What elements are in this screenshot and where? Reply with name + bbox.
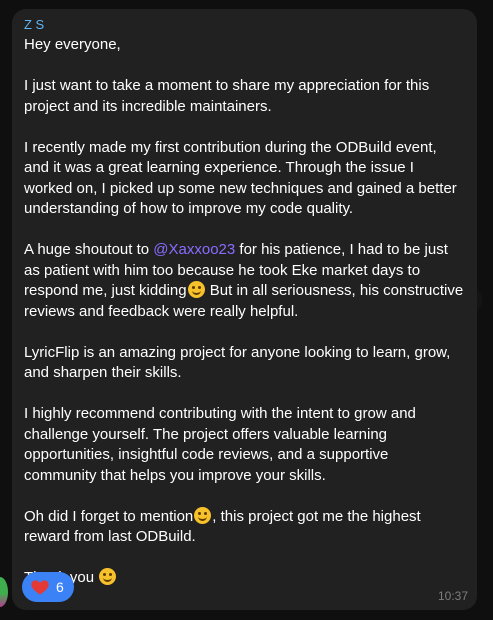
- message-paragraph: I highly recommend contributing with the…: [24, 405, 416, 484]
- message-paragraph: LyricFlip is an amazing project for anyo…: [24, 343, 451, 382]
- heart-icon: [31, 580, 49, 595]
- text-segment: Oh did I forget to mention: [24, 507, 194, 525]
- message-paragraph: A huge shoutout to @Xaxxoo23 for his pat…: [24, 240, 465, 322]
- laughing-emoji-icon: [187, 281, 205, 298]
- message-paragraph: Thank you: [24, 568, 465, 589]
- smile-emoji-icon: [99, 568, 117, 585]
- user-mention[interactable]: @Xaxxoo23: [153, 241, 235, 258]
- hush-emoji-icon: [194, 506, 212, 524]
- reaction-count: 6: [56, 579, 64, 595]
- sender-name[interactable]: Z S: [24, 17, 465, 33]
- message-timestamp: 10:37: [437, 589, 468, 603]
- message-bubble[interactable]: Z S Hey everyone, I just want to take a …: [12, 9, 477, 610]
- reaction-heart-button[interactable]: 6: [22, 572, 74, 602]
- message-paragraph: Oh did I forget to mention, this project…: [24, 506, 465, 548]
- message-paragraph: Hey everyone,: [24, 36, 121, 53]
- message-paragraph: I just want to take a moment to share my…: [24, 77, 430, 115]
- text-segment: A huge shoutout to: [24, 241, 154, 258]
- message-paragraph: I recently made my first contribution du…: [24, 138, 457, 218]
